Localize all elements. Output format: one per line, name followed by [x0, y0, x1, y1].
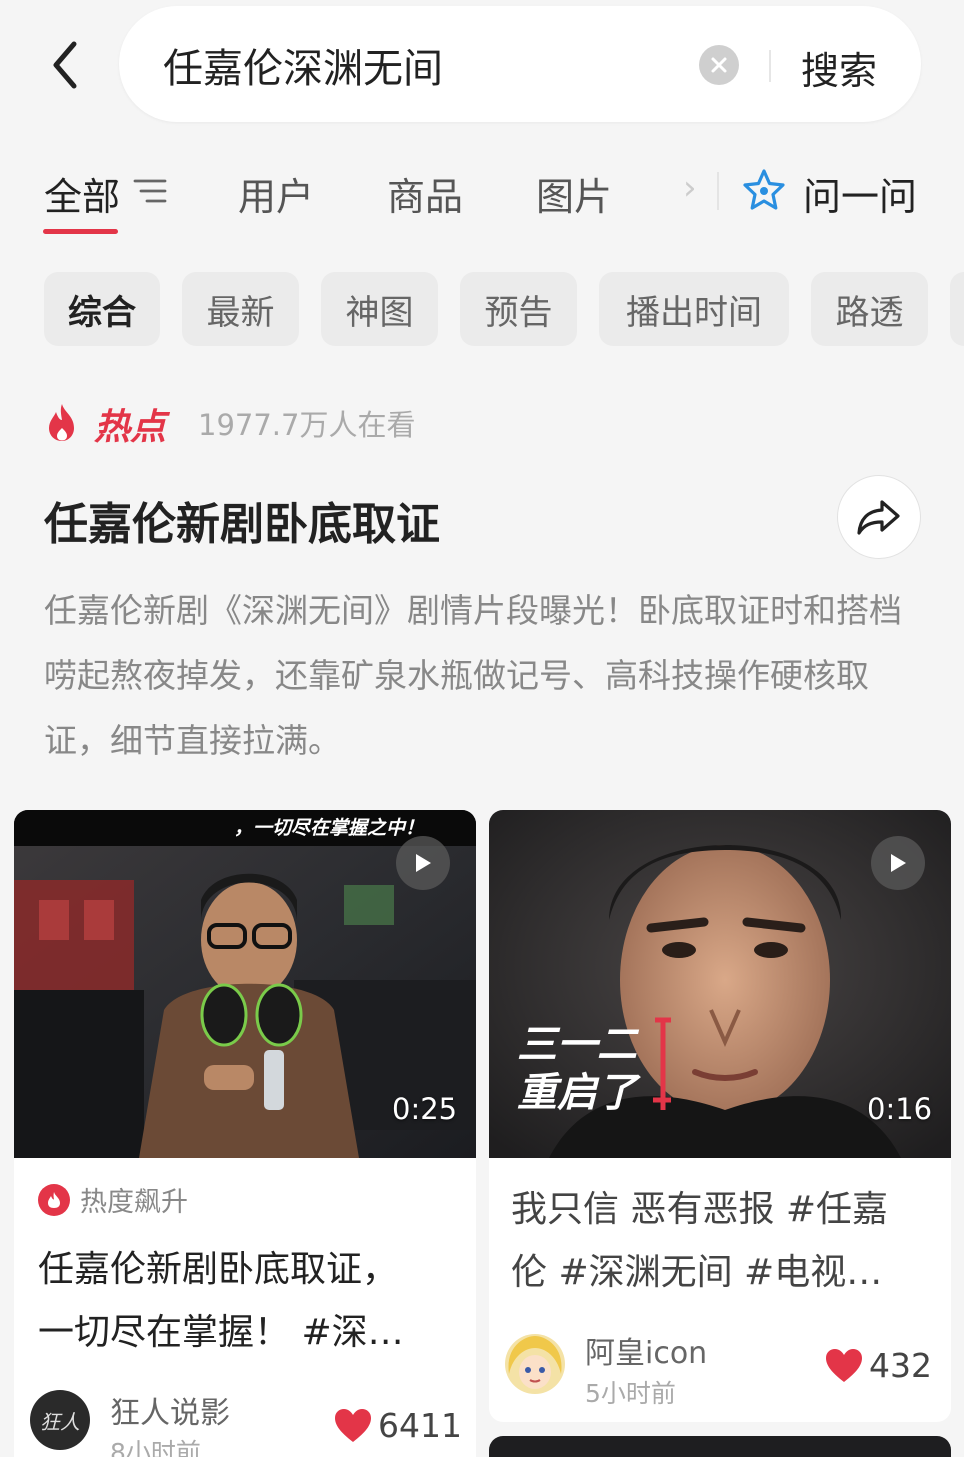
video-card-2[interactable]: 三一二 重启了 0:16 我只信 恶有恶报 #任嘉 伦 #深渊无间 #电视… 阿…: [489, 810, 951, 1422]
ask-button-label[interactable]: 问一问: [803, 166, 917, 221]
video-thumbnail[interactable]: ，一切尽在掌握之中！ 0:25: [14, 810, 476, 1158]
card-title-line1[interactable]: 我只信 恶有恶报 #任嘉: [511, 1178, 888, 1241]
video-duration: 0:25: [392, 1092, 458, 1126]
author-name[interactable]: 狂人说影: [110, 1388, 230, 1432]
post-time: 8小时前: [110, 1438, 201, 1457]
chip-comprehensive[interactable]: 综合: [44, 272, 160, 346]
search-button[interactable]: 搜索: [801, 40, 877, 95]
play-button[interactable]: [396, 836, 450, 890]
tab-products[interactable]: 商品: [387, 166, 463, 221]
post-time: 5小时前: [585, 1379, 676, 1408]
play-icon: [891, 854, 906, 872]
video-card-1[interactable]: ，一切尽在掌握之中！ 0:25 热度飙升 任嘉伦新剧卧底取证， 一切尽在掌握！ …: [14, 810, 476, 1457]
tab-overflow-fade: ›: [683, 168, 697, 208]
like-heart-icon[interactable]: [825, 1348, 863, 1384]
like-heart-icon[interactable]: [334, 1408, 372, 1444]
chip-best-images[interactable]: 神图: [321, 272, 438, 346]
filter-icon[interactable]: [133, 176, 167, 206]
play-button[interactable]: [871, 836, 925, 890]
video-duration: 0:16: [867, 1092, 933, 1126]
play-icon: [416, 854, 431, 872]
active-tab-indicator: [43, 229, 118, 234]
search-input[interactable]: 任嘉伦深渊无间: [163, 36, 443, 94]
share-icon: [857, 500, 900, 535]
clear-search-button[interactable]: [699, 45, 739, 85]
video-card-3[interactable]: [489, 1436, 951, 1457]
trending-fire-icon: [38, 1183, 70, 1216]
thumbnail-overlay-line1: 三一二: [517, 1022, 640, 1068]
back-button[interactable]: [40, 38, 90, 92]
like-count: 6411: [378, 1406, 462, 1445]
trending-text: 热度飙升: [80, 1187, 188, 1218]
author-avatar[interactable]: 狂人: [30, 1390, 90, 1450]
tab-images[interactable]: 图片: [536, 166, 612, 221]
thumbnail-overlay-line2: 重启了: [517, 1070, 641, 1116]
viewer-count: 1977.7万人在看: [198, 408, 416, 442]
chip-air-time[interactable]: 播出时间: [599, 272, 789, 346]
chip-paparazzi[interactable]: 路透: [811, 272, 928, 346]
topic-description: 任嘉伦新剧《深渊无间》剧情片段曝光！卧底取证时和搭档唠起熬夜掉发，还靠矿泉水瓶做…: [44, 591, 902, 760]
like-count: 432: [869, 1346, 932, 1385]
share-button[interactable]: [837, 475, 921, 559]
trending-badge: 热度飙升: [38, 1180, 188, 1219]
fire-icon: [49, 404, 74, 441]
tab-users[interactable]: 用户: [238, 166, 314, 221]
author-name[interactable]: 阿皇icon: [585, 1328, 707, 1372]
tab-separator: [717, 172, 719, 210]
search-bar: 任嘉伦深渊无间 搜索: [119, 6, 921, 122]
video-thumbnail[interactable]: 三一二 重启了 0:16: [489, 810, 951, 1158]
hot-label: 热点: [94, 407, 167, 448]
chip-overflow[interactable]: [950, 272, 964, 346]
tab-all[interactable]: 全部: [44, 166, 120, 221]
topic-title[interactable]: 任嘉伦新剧卧底取证: [44, 488, 440, 552]
card-title-line1[interactable]: 任嘉伦新剧卧底取证，: [38, 1238, 398, 1301]
card-title-line2[interactable]: 一切尽在掌握！ #深…: [38, 1301, 404, 1364]
ask-star-icon[interactable]: [741, 168, 787, 214]
card-title-line2[interactable]: 伦 #深渊无间 #电视…: [511, 1241, 882, 1304]
search-divider: [769, 50, 771, 82]
chip-latest[interactable]: 最新: [182, 272, 299, 346]
chip-trailer[interactable]: 预告: [460, 272, 577, 346]
chevron-left-icon: [53, 41, 77, 89]
thumbnail-caption: ，一切尽在掌握之中！: [234, 817, 424, 839]
author-avatar[interactable]: [505, 1334, 565, 1394]
close-icon: [711, 57, 727, 73]
